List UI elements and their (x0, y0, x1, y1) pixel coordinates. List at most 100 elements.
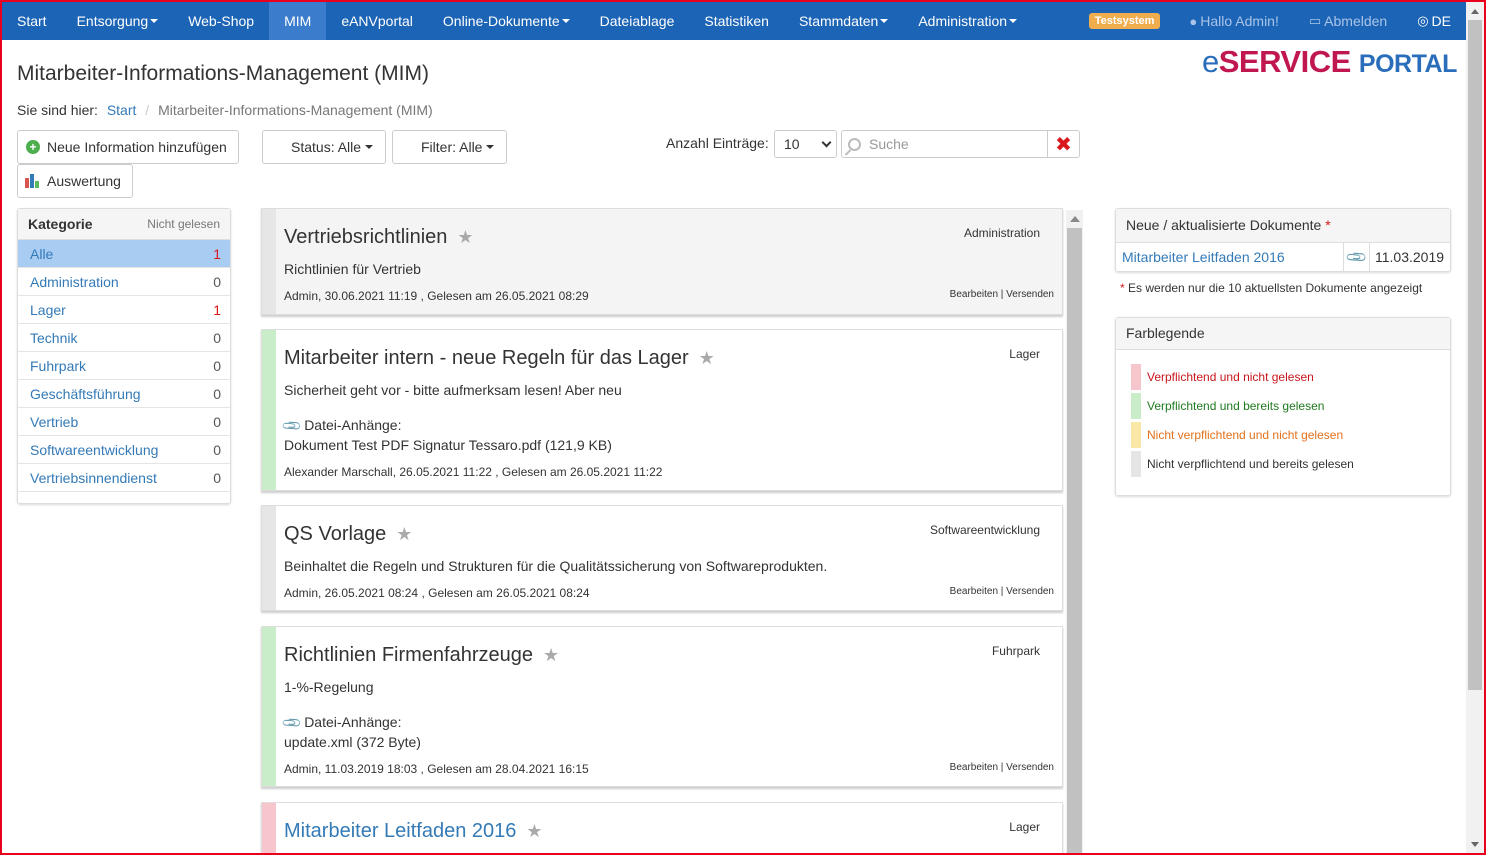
caret-down-icon (561, 19, 570, 23)
legend-item: Verpflichtend und nicht gelesen (1131, 364, 1314, 390)
edit-send-links[interactable]: Bearbeiten | Versenden (950, 762, 1054, 773)
plus-circle-icon: + (26, 140, 40, 154)
info-description: Beinhaltet die Regeln und Strukturen für… (284, 558, 828, 574)
user-greeting[interactable]: ● Hallo Admin! (1174, 2, 1293, 40)
info-card[interactable]: Mitarbeiter intern - neue Regeln für das… (261, 329, 1063, 491)
info-card[interactable]: Vertriebsrichtlinien ★ Administration Ric… (261, 208, 1063, 315)
info-meta: Admin, 30.06.2021 11:19 , Gelesen am 26.… (284, 289, 589, 303)
info-category: Lager (1009, 820, 1040, 834)
nav-webshop[interactable]: Web-Shop (173, 2, 269, 40)
breadcrumb-current: Mitarbeiter-Informations-Management (MIM… (158, 102, 433, 118)
caret-down-icon (486, 145, 495, 149)
entries-count-select[interactable]: 10 (774, 130, 837, 158)
star-icon[interactable]: ★ (396, 524, 412, 544)
globe-icon: ◎ (1417, 13, 1429, 28)
documents-header: Neue / aktualisierte Dokumente * (1116, 209, 1450, 243)
star-icon[interactable]: ★ (543, 645, 559, 665)
legend-item: Verpflichtend und bereits gelesen (1131, 393, 1324, 419)
document-row[interactable]: Mitarbeiter Leitfaden 2016 📎 11.03.2019 (1116, 243, 1450, 271)
info-description: 1-%-Regelung (284, 679, 374, 695)
legend-swatch (1131, 451, 1141, 477)
info-category: Administration (963, 226, 1040, 240)
info-card[interactable]: Mitarbeiter Leitfaden 2016 ★ Lager (261, 802, 1063, 855)
info-title[interactable]: Mitarbeiter intern - neue Regeln für das… (284, 347, 715, 370)
nav-administration[interactable]: Administration (903, 2, 1032, 40)
info-card[interactable]: QS Vorlage ★ Softwareentwicklung Beinhalt… (261, 505, 1063, 611)
nav-start[interactable]: Start (2, 2, 62, 40)
testsystem-badge: Testsystem (1088, 13, 1161, 29)
info-category: Fuhrpark (991, 644, 1040, 658)
info-title[interactable]: QS Vorlage ★ (284, 523, 412, 546)
nav-mim[interactable]: MIM (269, 2, 327, 40)
legend-swatch (1131, 393, 1141, 419)
caret-down-icon (1009, 19, 1018, 23)
document-link[interactable]: Mitarbeiter Leitfaden 2016 (1116, 243, 1344, 271)
category-item-administration[interactable]: Administration 0 (18, 268, 230, 296)
caret-down-icon (150, 19, 159, 23)
info-category: Softwareentwicklung (929, 523, 1040, 537)
star-icon[interactable]: ★ (699, 348, 715, 368)
add-information-button[interactable]: + Neue Information hinzufügen (17, 130, 239, 164)
search-input[interactable]: Suche (841, 130, 1048, 158)
legend-item: Nicht verpflichtend und bereits gelesen (1131, 451, 1354, 477)
breadcrumb-start-link[interactable]: Start (107, 102, 137, 118)
nav-stammdaten[interactable]: Stammdaten (784, 2, 903, 40)
status-dropdown[interactable]: Status: Alle (262, 130, 386, 164)
info-title[interactable]: Mitarbeiter Leitfaden 2016 ★ (284, 820, 543, 843)
entries-count-label: Anzahl Einträge: (666, 135, 769, 151)
info-category: Lager (1009, 347, 1040, 361)
scrollbar-thumb[interactable] (1468, 20, 1482, 690)
language-selector[interactable]: ◎ DE (1402, 2, 1466, 40)
attachment-file[interactable]: update.xml (372 Byte) (284, 734, 421, 750)
status-color-bar (262, 506, 276, 610)
info-meta: Admin, 26.05.2021 08:24 , Gelesen am 26.… (284, 586, 590, 600)
category-item-fuhrpark[interactable]: Fuhrpark 0 (18, 352, 230, 380)
nav-dateiablage[interactable]: Dateiablage (585, 2, 690, 40)
star-icon[interactable]: ★ (457, 227, 473, 247)
attachments-label: 📎Datei-Anhänge: (280, 414, 402, 437)
info-card[interactable]: Richtlinien Firmenfahrzeuge ★ Fuhrpark 1-… (261, 626, 1063, 787)
attachment-file[interactable]: Dokument Test PDF Signatur Tessaro.pdf (… (284, 437, 612, 453)
bar-chart-icon (25, 174, 41, 188)
paperclip-icon: 📎 (280, 414, 303, 437)
user-icon: ● (1189, 13, 1198, 29)
eservice-portal-logo: eSERVICE PORTAL (1202, 44, 1457, 79)
info-meta: Alexander Marschall, 26.05.2021 11:22 , … (284, 465, 663, 479)
nav-entsorgung[interactable]: Entsorgung (62, 2, 174, 40)
star-icon[interactable]: ★ (526, 821, 542, 841)
info-description: Richtlinien für Vertrieb (284, 261, 421, 277)
clear-search-button[interactable]: ✖ (1047, 130, 1080, 158)
category-item-softwareentwicklung[interactable]: Softwareentwicklung 0 (18, 436, 230, 464)
logout-link[interactable]: ▭ Abmelden (1294, 2, 1402, 40)
report-button[interactable]: Auswertung (17, 164, 133, 198)
scrollbar-thumb[interactable] (1067, 228, 1082, 855)
category-item-vertrieb[interactable]: Vertrieb 0 (18, 408, 230, 436)
nav-statistiken[interactable]: Statistiken (689, 2, 784, 40)
status-color-bar (262, 803, 276, 855)
paperclip-icon[interactable]: 📎 (1344, 243, 1370, 271)
status-color-bar (262, 627, 276, 786)
scroll-up-icon[interactable] (1070, 216, 1080, 222)
nav-eanvportal[interactable]: eANVportal (326, 2, 428, 40)
nav-online-dokumente[interactable]: Online-Dokumente (428, 2, 585, 40)
status-color-bar (262, 330, 276, 490)
new-documents-panel: Neue / aktualisierte Dokumente * Mitarbe… (1115, 208, 1451, 272)
category-item-technik[interactable]: Technik 0 (18, 324, 230, 352)
category-item-vertriebsinnendienst[interactable]: Vertriebsinnendienst 0 (18, 464, 230, 492)
scroll-down-icon[interactable] (1471, 842, 1479, 847)
category-item-lager[interactable]: Lager 1 (18, 296, 230, 324)
info-list-scrollbar[interactable] (1066, 210, 1083, 855)
caret-down-icon (365, 145, 374, 149)
info-meta: Admin, 11.03.2019 18:03 , Gelesen am 28.… (284, 762, 589, 776)
page-scrollbar[interactable] (1466, 2, 1484, 853)
category-item-geschaeftsfuehrung[interactable]: Geschäftsführung 0 (18, 380, 230, 408)
filter-dropdown[interactable]: Filter: Alle (392, 130, 507, 164)
scroll-up-icon[interactable] (1471, 9, 1479, 14)
documents-note: * Es werden nur die 10 aktuellsten Dokum… (1120, 281, 1423, 295)
category-item-alle[interactable]: Alle 1 (18, 240, 230, 268)
edit-send-links[interactable]: Bearbeiten | Versenden (950, 586, 1054, 597)
info-title[interactable]: Richtlinien Firmenfahrzeuge ★ (284, 644, 559, 667)
edit-send-links[interactable]: Bearbeiten | Versenden (950, 289, 1054, 300)
breadcrumb-separator: / (145, 102, 150, 118)
info-title[interactable]: Vertriebsrichtlinien ★ (284, 226, 474, 249)
